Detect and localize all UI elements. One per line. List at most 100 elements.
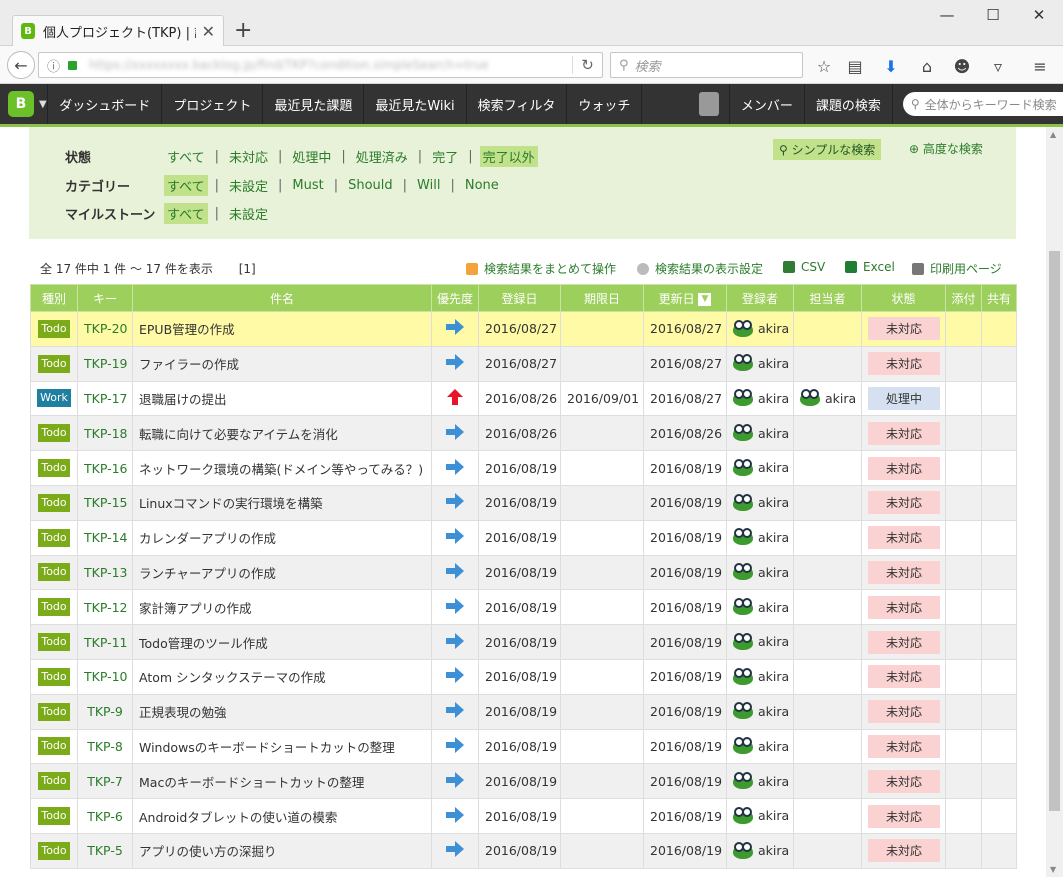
nav-recent-issues[interactable]: 最近見た課題	[263, 84, 365, 124]
scroll-down-icon[interactable]: ▼	[1050, 865, 1056, 874]
status-all[interactable]: すべて	[164, 146, 208, 167]
status-not-closed[interactable]: 完了以外	[479, 146, 538, 167]
display-settings-link[interactable]: 検索結果の表示設定	[637, 260, 763, 277]
col-attachment[interactable]: 添付	[945, 284, 982, 312]
simple-search-button[interactable]: ⚲ シンプルな検索	[773, 139, 882, 160]
page-scrollbar[interactable]: ▲ ▼	[1046, 127, 1063, 877]
table-row[interactable]: Todo TKP-5 アプリの使い方の深掘り 2016/08/19 2016/08/19…	[30, 832, 1017, 869]
nav-watch[interactable]: ウォッチ	[567, 84, 643, 124]
milestone-unset[interactable]: 未設定	[226, 203, 271, 224]
status-closed[interactable]: 完了	[429, 146, 461, 167]
issue-key-link[interactable]: TKP-20	[77, 311, 133, 347]
issue-key-link[interactable]: TKP-18	[77, 415, 133, 452]
table-row[interactable]: Todo TKP-7 Macのキーボードショートカットの整理 2016/08/19 20…	[30, 763, 1017, 800]
issue-title-link[interactable]: ランチャーアプリの作成	[132, 554, 432, 591]
issue-key-link[interactable]: TKP-12	[77, 589, 133, 626]
issue-title-link[interactable]: 退職届けの提出	[132, 380, 432, 417]
issue-key-link[interactable]: TKP-7	[77, 763, 133, 800]
new-tab-icon[interactable]: +	[234, 18, 252, 43]
issue-key-link[interactable]: TKP-13	[77, 554, 133, 591]
url-bar[interactable]: ⓘ https://xxxxxxxx.backlog.jp/find/TKP?c…	[38, 52, 603, 78]
issue-title-link[interactable]: カレンダーアプリの作成	[132, 519, 432, 556]
table-row[interactable]: Todo TKP-6 Androidタブレットの使い道の模索 2016/08/19 20…	[30, 798, 1017, 834]
issue-key-link[interactable]: TKP-11	[77, 624, 133, 660]
table-row[interactable]: Todo TKP-19 ファイラーの作成 2016/08/27 2016/08/27 ak…	[30, 345, 1017, 382]
reload-icon[interactable]: ↻	[572, 56, 602, 74]
home-icon[interactable]: ⌂	[916, 57, 938, 76]
table-row[interactable]: Todo TKP-10 Atom シンタックステーマの作成 2016/08/19 201…	[30, 658, 1017, 695]
csv-link[interactable]: CSV	[783, 260, 825, 274]
bookmark-star-icon[interactable]: ☆	[813, 57, 835, 76]
category-should[interactable]: Should	[345, 177, 396, 194]
nav-search-filter[interactable]: 検索フィルタ	[467, 84, 568, 124]
issue-key-link[interactable]: TKP-15	[77, 484, 133, 521]
info-icon[interactable]: ⓘ	[47, 56, 60, 75]
col-type[interactable]: 種別	[30, 284, 78, 312]
print-link[interactable]: 印刷用ページ	[912, 260, 1002, 277]
table-row[interactable]: Todo TKP-20 EPUB管理の作成 2016/08/27 2016/08/27 a…	[30, 311, 1017, 347]
table-row[interactable]: Todo TKP-11 Todo管理のツール作成 2016/08/19 2016/08/…	[30, 624, 1017, 660]
advanced-search-link[interactable]: ⊕ 高度な検索	[909, 140, 983, 157]
bulk-action-link[interactable]: 検索結果をまとめて操作	[466, 260, 616, 277]
nav-members[interactable]: メンバー	[728, 84, 805, 124]
col-created[interactable]: 登録日	[478, 284, 561, 312]
keyword-search-input[interactable]: ⚲ 全体からキーワード検索	[902, 92, 1063, 116]
col-assignee[interactable]: 担当者	[793, 284, 862, 312]
issue-title-link[interactable]: 家計簿アプリの作成	[132, 589, 432, 626]
maximize-icon[interactable]: ☐	[970, 6, 1016, 24]
nav-projects[interactable]: プロジェクト	[162, 84, 264, 124]
minimize-icon[interactable]: —	[924, 6, 970, 24]
table-row[interactable]: Todo TKP-16 ネットワーク環境の構築(ドメイン等やってみる？) 2016/0…	[30, 450, 1017, 486]
reading-list-icon[interactable]: ▤	[844, 57, 866, 76]
col-title[interactable]: 件名	[132, 284, 432, 312]
category-will[interactable]: Will	[414, 177, 443, 194]
status-open[interactable]: 未対応	[226, 146, 271, 167]
issue-key-link[interactable]: TKP-10	[77, 658, 133, 695]
app-logo[interactable]: B ▼	[0, 84, 49, 124]
table-row[interactable]: Work TKP-17 退職届けの提出 2016/08/26 2016/09/01 201…	[30, 380, 1017, 417]
close-tab-icon[interactable]: ✕	[202, 22, 215, 41]
issue-title-link[interactable]: ファイラーの作成	[132, 345, 432, 382]
project-icon[interactable]	[698, 92, 719, 116]
nav-recent-wiki[interactable]: 最近見たWiki	[364, 84, 467, 124]
browser-tab[interactable]: B 個人プロジェクト(TKP) | 課題... ✕	[12, 15, 224, 46]
issue-title-link[interactable]: EPUB管理の作成	[132, 311, 432, 347]
issue-title-link[interactable]: アプリの使い方の深掘り	[132, 832, 432, 869]
issue-key-link[interactable]: TKP-14	[77, 519, 133, 556]
col-status[interactable]: 状態	[861, 284, 946, 312]
col-key[interactable]: キー	[77, 284, 133, 312]
issue-key-link[interactable]: TKP-8	[77, 728, 133, 765]
nav-dashboard[interactable]: ダッシュボード	[48, 84, 163, 124]
scroll-up-icon[interactable]: ▲	[1050, 130, 1056, 139]
window-close-icon[interactable]: ✕	[1016, 6, 1062, 24]
table-row[interactable]: Todo TKP-8 Windowsのキーボードショートカットの整理 2016/08/…	[30, 728, 1017, 765]
issue-key-link[interactable]: TKP-19	[77, 345, 133, 382]
issue-title-link[interactable]: 転職に向けて必要なアイテムを消化	[132, 415, 432, 452]
scroll-thumb[interactable]	[1049, 251, 1060, 811]
table-row[interactable]: Todo TKP-12 家計簿アプリの作成 2016/08/19 2016/08/19 a…	[30, 589, 1017, 626]
issue-title-link[interactable]: 正規表現の勉強	[132, 693, 432, 730]
issue-title-link[interactable]: ネットワーク環境の構築(ドメイン等やってみる？)	[132, 450, 432, 486]
category-must[interactable]: Must	[289, 177, 326, 194]
col-updated[interactable]: 更新日 ▼	[643, 284, 727, 312]
col-reporter[interactable]: 登録者	[726, 284, 794, 312]
issue-title-link[interactable]: Windowsのキーボードショートカットの整理	[132, 728, 432, 765]
excel-link[interactable]: Excel	[845, 260, 895, 274]
issue-key-link[interactable]: TKP-16	[77, 450, 133, 486]
col-due[interactable]: 期限日	[560, 284, 644, 312]
issue-key-link[interactable]: TKP-6	[77, 798, 133, 834]
menu-icon[interactable]: ≡	[1029, 57, 1051, 76]
issue-title-link[interactable]: Linuxコマンドの実行環境を構築	[132, 484, 432, 521]
category-all[interactable]: すべて	[164, 175, 208, 196]
download-icon[interactable]: ⬇	[880, 57, 902, 76]
page-link[interactable]: [1]	[239, 262, 256, 276]
issue-key-link[interactable]: TKP-9	[77, 693, 133, 730]
issue-key-link[interactable]: TKP-17	[77, 380, 133, 417]
table-row[interactable]: Todo TKP-14 カレンダーアプリの作成 2016/08/19 2016/08/1…	[30, 519, 1017, 556]
category-unset[interactable]: 未設定	[226, 175, 271, 196]
sort-desc-icon[interactable]: ▼	[698, 292, 712, 306]
nav-issue-search[interactable]: 課題の検索	[805, 84, 893, 124]
back-arrow-icon[interactable]: ←	[7, 51, 35, 79]
table-row[interactable]: Todo TKP-15 Linuxコマンドの実行環境を構築 2016/08/19 201…	[30, 484, 1017, 521]
milestone-all[interactable]: すべて	[164, 203, 208, 224]
